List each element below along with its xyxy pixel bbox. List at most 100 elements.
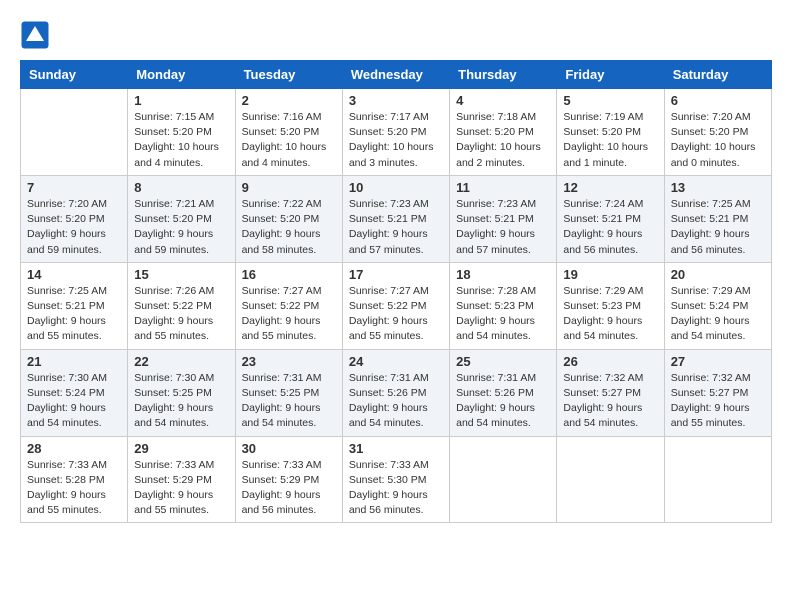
calendar-header-sunday: Sunday [21,61,128,89]
logo [20,20,52,50]
day-info: Sunrise: 7:33 AM Sunset: 5:28 PM Dayligh… [27,458,121,519]
logo-icon [20,20,50,50]
day-number: 7 [27,180,121,195]
calendar-cell: 22 Sunrise: 7:30 AM Sunset: 5:25 PM Dayli… [128,349,235,436]
day-info: Sunrise: 7:22 AM Sunset: 5:20 PM Dayligh… [242,197,336,258]
day-number: 5 [563,93,657,108]
day-number: 26 [563,354,657,369]
day-number: 30 [242,441,336,456]
day-number: 15 [134,267,228,282]
calendar-cell: 7 Sunrise: 7:20 AM Sunset: 5:20 PM Daylig… [21,175,128,262]
day-info: Sunrise: 7:23 AM Sunset: 5:21 PM Dayligh… [456,197,550,258]
calendar-cell [664,436,771,523]
calendar-cell: 13 Sunrise: 7:25 AM Sunset: 5:21 PM Dayli… [664,175,771,262]
day-info: Sunrise: 7:25 AM Sunset: 5:21 PM Dayligh… [27,284,121,345]
calendar-cell: 3 Sunrise: 7:17 AM Sunset: 5:20 PM Daylig… [342,89,449,176]
calendar-cell: 25 Sunrise: 7:31 AM Sunset: 5:26 PM Dayli… [450,349,557,436]
calendar-header-tuesday: Tuesday [235,61,342,89]
calendar-cell: 31 Sunrise: 7:33 AM Sunset: 5:30 PM Dayli… [342,436,449,523]
calendar-cell: 5 Sunrise: 7:19 AM Sunset: 5:20 PM Daylig… [557,89,664,176]
calendar-cell: 10Sunrise: 7:23 AM Sunset: 5:21 PM Dayli… [342,175,449,262]
calendar-cell: 9 Sunrise: 7:22 AM Sunset: 5:20 PM Daylig… [235,175,342,262]
day-info: Sunrise: 7:20 AM Sunset: 5:20 PM Dayligh… [27,197,121,258]
calendar-cell: 2Sunrise: 7:16 AM Sunset: 5:20 PM Daylig… [235,89,342,176]
calendar-cell: 6Sunrise: 7:20 AM Sunset: 5:20 PM Daylig… [664,89,771,176]
day-info: Sunrise: 7:29 AM Sunset: 5:24 PM Dayligh… [671,284,765,345]
day-info: Sunrise: 7:27 AM Sunset: 5:22 PM Dayligh… [242,284,336,345]
day-info: Sunrise: 7:33 AM Sunset: 5:29 PM Dayligh… [242,458,336,519]
calendar-cell: 30 Sunrise: 7:33 AM Sunset: 5:29 PM Dayli… [235,436,342,523]
calendar-header-wednesday: Wednesday [342,61,449,89]
calendar-header-monday: Monday [128,61,235,89]
day-number: 3 [349,93,443,108]
calendar-week-row: 28Sunrise: 7:33 AM Sunset: 5:28 PM Dayli… [21,436,772,523]
day-number: 21 [27,354,121,369]
day-info: Sunrise: 7:30 AM Sunset: 5:24 PM Dayligh… [27,371,121,432]
day-info: Sunrise: 7:31 AM Sunset: 5:25 PM Dayligh… [242,371,336,432]
day-number: 27 [671,354,765,369]
day-number: 13 [671,180,765,195]
day-number: 24 [349,354,443,369]
calendar-cell: 19 Sunrise: 7:29 AM Sunset: 5:23 PM Dayli… [557,262,664,349]
calendar-cell: 12 Sunrise: 7:24 AM Sunset: 5:21 PM Dayli… [557,175,664,262]
day-number: 29 [134,441,228,456]
day-info: Sunrise: 7:19 AM Sunset: 5:20 PM Dayligh… [563,110,657,171]
calendar-week-row: 21 Sunrise: 7:30 AM Sunset: 5:24 PM Dayli… [21,349,772,436]
calendar-cell: 24 Sunrise: 7:31 AM Sunset: 5:26 PM Dayli… [342,349,449,436]
day-info: Sunrise: 7:27 AM Sunset: 5:22 PM Dayligh… [349,284,443,345]
day-number: 22 [134,354,228,369]
day-info: Sunrise: 7:32 AM Sunset: 5:27 PM Dayligh… [563,371,657,432]
day-info: Sunrise: 7:23 AM Sunset: 5:21 PM Dayligh… [349,197,443,258]
day-info: Sunrise: 7:31 AM Sunset: 5:26 PM Dayligh… [456,371,550,432]
calendar-cell: 8Sunrise: 7:21 AM Sunset: 5:20 PM Daylig… [128,175,235,262]
day-number: 19 [563,267,657,282]
day-number: 1 [134,93,228,108]
day-info: Sunrise: 7:26 AM Sunset: 5:22 PM Dayligh… [134,284,228,345]
day-info: Sunrise: 7:18 AM Sunset: 5:20 PM Dayligh… [456,110,550,171]
day-number: 16 [242,267,336,282]
calendar-cell: 15 Sunrise: 7:26 AM Sunset: 5:22 PM Dayli… [128,262,235,349]
calendar-header-friday: Friday [557,61,664,89]
day-info: Sunrise: 7:15 AM Sunset: 5:20 PM Dayligh… [134,110,228,171]
calendar: SundayMondayTuesdayWednesdayThursdayFrid… [20,60,772,523]
calendar-cell: 14 Sunrise: 7:25 AM Sunset: 5:21 PM Dayli… [21,262,128,349]
calendar-cell: 20Sunrise: 7:29 AM Sunset: 5:24 PM Dayli… [664,262,771,349]
day-info: Sunrise: 7:29 AM Sunset: 5:23 PM Dayligh… [563,284,657,345]
header-section [20,20,772,50]
day-number: 9 [242,180,336,195]
calendar-cell: 4Sunrise: 7:18 AM Sunset: 5:20 PM Daylig… [450,89,557,176]
day-info: Sunrise: 7:25 AM Sunset: 5:21 PM Dayligh… [671,197,765,258]
day-number: 31 [349,441,443,456]
calendar-cell: 1 Sunrise: 7:15 AM Sunset: 5:20 PM Daylig… [128,89,235,176]
calendar-cell [21,89,128,176]
day-info: Sunrise: 7:24 AM Sunset: 5:21 PM Dayligh… [563,197,657,258]
day-info: Sunrise: 7:30 AM Sunset: 5:25 PM Dayligh… [134,371,228,432]
calendar-cell [450,436,557,523]
day-info: Sunrise: 7:28 AM Sunset: 5:23 PM Dayligh… [456,284,550,345]
calendar-cell: 26 Sunrise: 7:32 AM Sunset: 5:27 PM Dayli… [557,349,664,436]
day-number: 23 [242,354,336,369]
day-info: Sunrise: 7:31 AM Sunset: 5:26 PM Dayligh… [349,371,443,432]
calendar-cell: 28Sunrise: 7:33 AM Sunset: 5:28 PM Dayli… [21,436,128,523]
day-number: 14 [27,267,121,282]
calendar-cell: 21 Sunrise: 7:30 AM Sunset: 5:24 PM Dayli… [21,349,128,436]
calendar-cell: 23 Sunrise: 7:31 AM Sunset: 5:25 PM Dayli… [235,349,342,436]
calendar-header-row: SundayMondayTuesdayWednesdayThursdayFrid… [21,61,772,89]
day-info: Sunrise: 7:21 AM Sunset: 5:20 PM Dayligh… [134,197,228,258]
day-info: Sunrise: 7:17 AM Sunset: 5:20 PM Dayligh… [349,110,443,171]
day-number: 11 [456,180,550,195]
day-info: Sunrise: 7:33 AM Sunset: 5:29 PM Dayligh… [134,458,228,519]
calendar-week-row: 7 Sunrise: 7:20 AM Sunset: 5:20 PM Daylig… [21,175,772,262]
day-number: 12 [563,180,657,195]
calendar-cell [557,436,664,523]
day-info: Sunrise: 7:20 AM Sunset: 5:20 PM Dayligh… [671,110,765,171]
calendar-cell: 18Sunrise: 7:28 AM Sunset: 5:23 PM Dayli… [450,262,557,349]
day-number: 25 [456,354,550,369]
calendar-cell: 17 Sunrise: 7:27 AM Sunset: 5:22 PM Dayli… [342,262,449,349]
calendar-cell: 11 Sunrise: 7:23 AM Sunset: 5:21 PM Dayli… [450,175,557,262]
calendar-week-row: 14 Sunrise: 7:25 AM Sunset: 5:21 PM Dayli… [21,262,772,349]
day-info: Sunrise: 7:32 AM Sunset: 5:27 PM Dayligh… [671,371,765,432]
day-info: Sunrise: 7:33 AM Sunset: 5:30 PM Dayligh… [349,458,443,519]
day-number: 17 [349,267,443,282]
calendar-header-thursday: Thursday [450,61,557,89]
